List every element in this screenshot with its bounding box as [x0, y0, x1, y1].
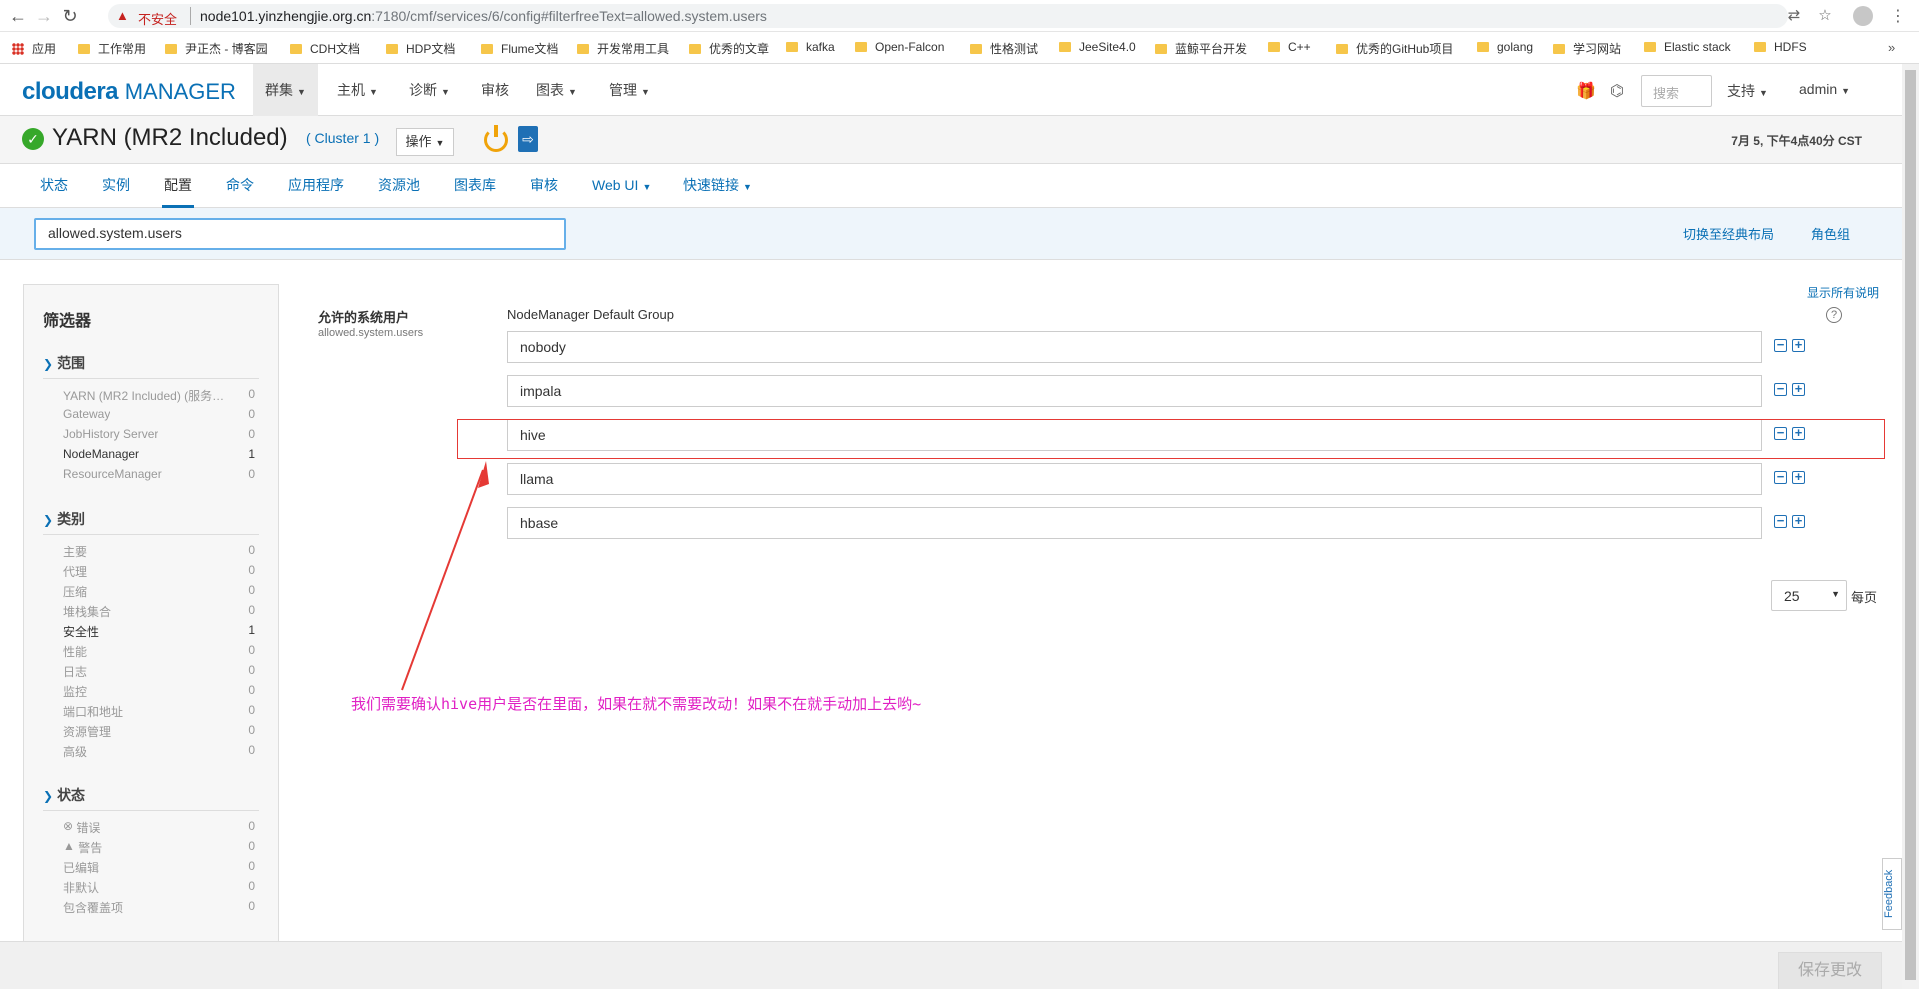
footer-bar: 保存更改: [0, 941, 1902, 989]
annotation-arrow: [401, 461, 489, 691]
annotation-text: 我们需要确认hive用户是否在里面，如果在就不需要改动！如果不在就手动加上去哟~: [351, 695, 922, 713]
scrollbar[interactable]: [1902, 64, 1919, 989]
feedback-tab[interactable]: Feedback: [1882, 858, 1902, 930]
arrow-shaft: [401, 469, 484, 691]
arrow-head: [478, 461, 489, 488]
save-changes-button[interactable]: 保存更改: [1778, 952, 1882, 989]
scrollbar-thumb[interactable]: [1905, 70, 1916, 980]
